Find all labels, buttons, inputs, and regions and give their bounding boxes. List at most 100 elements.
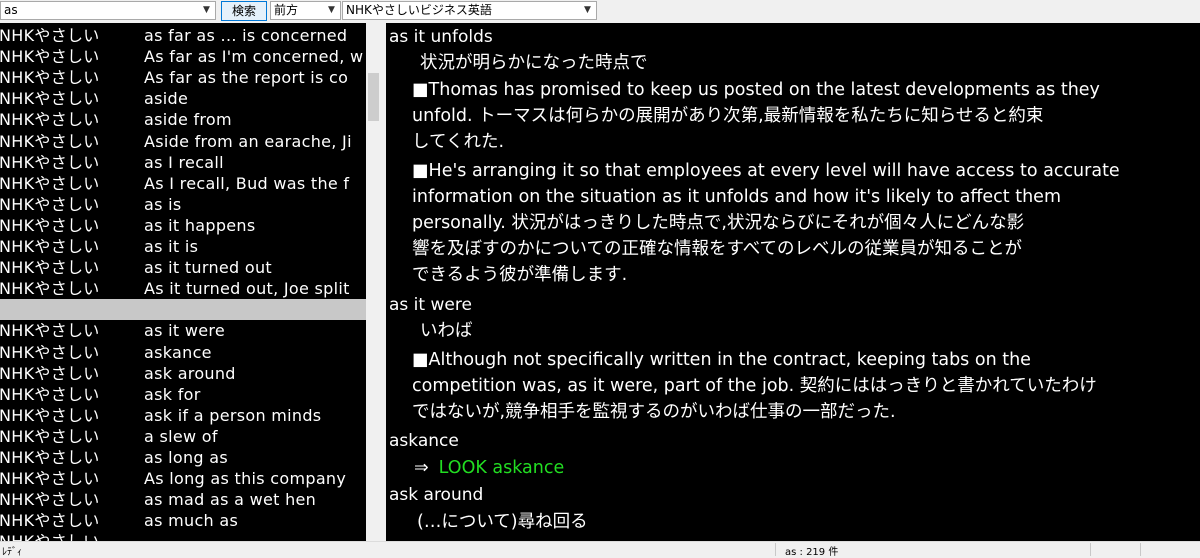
toolbar: as ▼ 検索 前方 ▼ NHKやさしいビジネス英語 ▼ [0, 0, 1200, 23]
list-item[interactable]: NHKやさしい as it turned out [0, 257, 366, 278]
list-item-word: as it is [144, 237, 199, 256]
list-item-word: aside from [144, 110, 232, 130]
definition-text: ■Although not specifically written in th… [412, 350, 1031, 370]
headword: as it unfolds [389, 24, 493, 50]
list-item[interactable]: NHKやさしい ask around [0, 363, 366, 384]
list-item[interactable]: NHKやさしい As far as the report is co [0, 67, 366, 88]
definition-text: 響を及ぼすのかについての正確な情報をすべてのレベルの従業員が知ることが [412, 239, 1023, 259]
search-input-value[interactable]: as [4, 2, 18, 19]
list-item-source: NHKやさしい [0, 173, 100, 193]
list-item[interactable]: NHKやさしい askance [0, 342, 366, 363]
list-item-source: NHKやさしい [0, 237, 100, 256]
list-item[interactable]: NHKやさしい As it turned out, Joe split [0, 278, 366, 299]
list-item-word: as is [144, 194, 182, 214]
list-item[interactable]: NHKやさしい as much as [0, 510, 366, 531]
list-item-word: as it happens [144, 215, 256, 235]
search-input[interactable]: as ▼ [0, 1, 216, 20]
list-item-source: NHKやさしい [0, 384, 100, 404]
cross-reference-link[interactable]: LOOK askance [439, 458, 565, 478]
list-item[interactable]: NHKやさしい ask if a person minds [0, 405, 366, 426]
definition-text: できるよう彼が準備します. [412, 265, 628, 285]
definition-line: してくれた. [412, 129, 504, 155]
result-list-scrollbar[interactable] [366, 23, 381, 541]
chevron-down-icon[interactable]: ▼ [198, 2, 215, 19]
list-item[interactable]: NHKやさしい As far as I'm concerned, w [0, 46, 366, 67]
list-item-source: NHKやさしい [0, 342, 100, 362]
definition-line: unfold. トーマスは何らかの展開があり次第,最新情報を私たちに知らせると約… [412, 103, 1043, 129]
chevron-down-icon[interactable]: ▼ [579, 2, 596, 19]
result-list[interactable]: NHKやさしい as far as ... is concerned NHKやさしい… [0, 23, 381, 541]
definition-line: personally. 状況がはっきりした時点で,状況ならびにそれが個々人にどん… [412, 210, 1024, 236]
list-item[interactable]: NHKやさしい as is [0, 194, 366, 215]
list-item-source: NHKやさしい [0, 68, 100, 88]
list-item[interactable]: NHKやさしい as it is [0, 236, 366, 257]
definition-line: 状況が明らかになった時点で [420, 50, 648, 76]
definition-line: information on the situation as it unfol… [412, 184, 1061, 210]
definition-line: 響を及ぼすのかについての正確な情報をすべてのレベルの従業員が知ることが [412, 236, 1022, 262]
definition-pane: as it unfolds 状況が明らかになった時点で ■Thomas has pr… [386, 23, 1200, 541]
headword-text: ask around [389, 485, 484, 505]
chevron-down-icon[interactable]: ▼ [323, 2, 340, 19]
definition-line: competition was, as it were, part of the… [412, 373, 1097, 399]
headword-text: as it were [389, 295, 472, 315]
list-item-source: NHKやさしい [0, 448, 100, 467]
list-item-word: as far as ... is concerned [144, 26, 348, 45]
definition-line: ではないが,競争相手を監視するのがいわば仕事の一部だった. [412, 399, 896, 425]
definition-text: ではないが,競争相手を監視するのがいわば仕事の一部だった. [412, 402, 896, 422]
definition-line: ⇒ LOOK askance [414, 455, 564, 481]
definition-text: unfold. トーマスは何らかの展開があり次第,最新情報を私たちに知らせると約… [412, 106, 1044, 126]
list-item[interactable]: NHKやさしい aside [0, 88, 366, 109]
definition-line: ■Thomas has promised to keep us posted o… [412, 77, 1100, 103]
definition-line: (…について)尋ね回る [417, 509, 588, 535]
definition-text: 状況が明らかになった時点で [420, 53, 648, 73]
list-item-source: NHKやさしい [0, 321, 100, 341]
list-item[interactable]: NHKやさしい as long as [0, 447, 366, 468]
list-item[interactable]: NHKやさしい ask for [0, 384, 366, 405]
list-item[interactable]: NHKやさしい as it happens [0, 215, 366, 236]
list-item-source: NHKやさしい [0, 194, 100, 214]
list-item-selected[interactable] [0, 299, 366, 321]
list-item[interactable]: NHKやさしい Aside from an earache, Ji [0, 131, 366, 152]
definition-line: いわば [420, 318, 473, 344]
list-item-source: NHKやさしい [0, 490, 100, 510]
headword: as it were [389, 292, 472, 318]
definition-text: (…について)尋ね回る [417, 512, 588, 532]
definition-text: ■He's arranging it so that employees at … [412, 161, 1120, 181]
definition-text: personally. 状況がはっきりした時点で,状況ならびにそれが個々人にどん… [412, 213, 1025, 233]
list-item[interactable]: NHKやさしい a slew of [0, 426, 366, 447]
definition-line: ■Although not specifically written in th… [412, 347, 1031, 373]
list-item-source: NHKやさしい [0, 152, 100, 172]
direction-select-value[interactable]: 前方 [274, 2, 298, 19]
list-item[interactable]: NHKやさしい as I recall [0, 152, 366, 173]
direction-select[interactable]: 前方 ▼ [270, 1, 341, 20]
dictionary-select-value[interactable]: NHKやさしいビジネス英語 [346, 2, 492, 19]
list-item-source: NHKやさしい [0, 405, 100, 425]
list-item-word: as I recall [144, 152, 224, 172]
status-bar: ﾚﾃﾞｨ as : 219 件 [0, 541, 1200, 558]
headword: ask around [389, 482, 483, 508]
list-item-word: aside [144, 89, 189, 109]
list-item[interactable]: NHKやさしい aside from [0, 109, 366, 130]
definition-text: いわば [420, 321, 473, 341]
list-item-source: NHKやさしい [0, 511, 100, 531]
definition-line: ■He's arranging it so that employees at … [412, 158, 1120, 184]
list-item[interactable]: NHKやさしい As I recall, Bud was the f [0, 173, 366, 194]
list-item-word: As I recall, Bud was the f [144, 173, 350, 193]
list-item[interactable]: NHKやさしい as it were [0, 320, 366, 341]
list-item-word: as it turned out [144, 258, 272, 278]
list-item[interactable]: NHKやさしい as far as ... is concerned [0, 25, 366, 46]
list-item[interactable]: NHKやさしい As long as this company [0, 468, 366, 489]
list-item[interactable]: NHKやさしい [0, 531, 366, 541]
list-item-source: NHKやさしい [0, 131, 100, 151]
search-button[interactable]: 検索 [221, 1, 267, 21]
headword: askance [389, 428, 459, 454]
dictionary-select[interactable]: NHKやさしいビジネス英語 ▼ [342, 1, 597, 20]
list-item-word: askance [144, 342, 212, 362]
list-item-word: Aside from an earache, Ji [144, 131, 352, 151]
scrollbar-thumb[interactable] [368, 73, 379, 121]
headword-text: as it unfolds [389, 27, 493, 47]
list-item[interactable]: NHKやさしい as mad as a wet hen [0, 489, 366, 510]
definition-text: ⇒ [414, 458, 429, 478]
list-item-word: as it were [144, 321, 226, 341]
status-divider [1090, 543, 1091, 556]
